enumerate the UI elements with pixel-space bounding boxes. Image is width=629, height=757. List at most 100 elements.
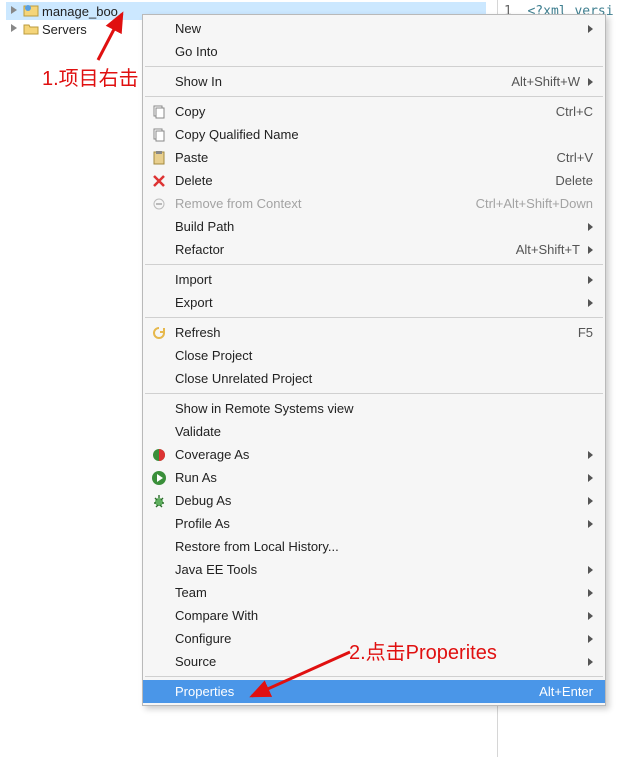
- menu-item-show-in-remote-systems-view[interactable]: Show in Remote Systems view: [143, 397, 605, 420]
- menu-item-label: Debug As: [175, 493, 231, 508]
- menu-shortcut: Alt+Shift+T: [516, 242, 580, 257]
- menu-separator: [145, 66, 603, 67]
- menu-item-label: Configure: [175, 631, 231, 646]
- submenu-arrow-icon: [588, 497, 593, 505]
- menu-item-show-in[interactable]: Show InAlt+Shift+W: [143, 70, 605, 93]
- menu-separator: [145, 317, 603, 318]
- project-icon: [23, 3, 39, 19]
- expander-icon[interactable]: [10, 6, 20, 16]
- paste-icon: [149, 150, 169, 166]
- menu-item-debug-as[interactable]: Debug As: [143, 489, 605, 512]
- menu-item-delete[interactable]: Delete Delete: [143, 169, 605, 192]
- menu-item-label: Copy: [175, 104, 205, 119]
- menu-item-label: Refactor: [175, 242, 224, 257]
- blank-icon: [149, 631, 169, 647]
- menu-item-import[interactable]: Import: [143, 268, 605, 291]
- menu-item-label: Build Path: [175, 219, 234, 234]
- menu-item-label: Paste: [175, 150, 208, 165]
- menu-item-configure[interactable]: Configure: [143, 627, 605, 650]
- blank-icon: [149, 654, 169, 670]
- menu-item-go-into[interactable]: Go Into: [143, 40, 605, 63]
- menu-item-label: Show in Remote Systems view: [175, 401, 353, 416]
- submenu-arrow-icon: [588, 276, 593, 284]
- menu-item-label: Restore from Local History...: [175, 539, 339, 554]
- remove-ctx-icon: [149, 196, 169, 212]
- submenu-arrow-icon: [588, 658, 593, 666]
- blank-icon: [149, 608, 169, 624]
- debug-icon: [149, 493, 169, 509]
- menu-item-label: Close Unrelated Project: [175, 371, 312, 386]
- menu-item-label: Go Into: [175, 44, 218, 59]
- blank-icon: [149, 371, 169, 387]
- menu-item-label: Delete: [175, 173, 213, 188]
- menu-item-label: Coverage As: [175, 447, 249, 462]
- menu-item-source[interactable]: Source: [143, 650, 605, 673]
- blank-icon: [149, 516, 169, 532]
- run-icon: [149, 470, 169, 486]
- menu-item-close-unrelated-project[interactable]: Close Unrelated Project: [143, 367, 605, 390]
- menu-item-copy[interactable]: Copy Ctrl+C: [143, 100, 605, 123]
- menu-item-paste[interactable]: PasteCtrl+V: [143, 146, 605, 169]
- menu-item-label: Compare With: [175, 608, 258, 623]
- menu-shortcut: Alt+Shift+W: [511, 74, 580, 89]
- blank-icon: [149, 424, 169, 440]
- refresh-icon: [149, 325, 169, 341]
- blank-icon: [149, 684, 169, 700]
- menu-item-run-as[interactable]: Run As: [143, 466, 605, 489]
- submenu-arrow-icon: [588, 25, 593, 33]
- menu-item-properties[interactable]: PropertiesAlt+Enter: [143, 680, 605, 703]
- menu-item-refactor[interactable]: Refactor Alt+Shift+T: [143, 238, 605, 261]
- menu-separator: [145, 393, 603, 394]
- blank-icon: [149, 562, 169, 578]
- menu-item-label: Remove from Context: [175, 196, 301, 211]
- blank-icon: [149, 348, 169, 364]
- menu-item-compare-with[interactable]: Compare With: [143, 604, 605, 627]
- blank-icon: [149, 74, 169, 90]
- menu-item-label: Profile As: [175, 516, 230, 531]
- menu-item-label: Run As: [175, 470, 217, 485]
- submenu-arrow-icon: [588, 566, 593, 574]
- annotation-1: 1.项目右击: [42, 62, 139, 91]
- menu-item-coverage-as[interactable]: Coverage As: [143, 443, 605, 466]
- blank-icon: [149, 585, 169, 601]
- menu-item-label: New: [175, 21, 201, 36]
- submenu-arrow-icon: [588, 520, 593, 528]
- menu-item-label: Close Project: [175, 348, 252, 363]
- menu-item-new[interactable]: New: [143, 17, 605, 40]
- menu-item-close-project[interactable]: Close Project: [143, 344, 605, 367]
- coverage-icon: [149, 447, 169, 463]
- menu-shortcut: Delete: [555, 173, 593, 188]
- folder-icon: [23, 21, 39, 37]
- menu-separator: [145, 264, 603, 265]
- copy-q-icon: [149, 127, 169, 143]
- menu-shortcut: Ctrl+C: [556, 104, 593, 119]
- menu-item-build-path[interactable]: Build Path: [143, 215, 605, 238]
- menu-item-export[interactable]: Export: [143, 291, 605, 314]
- menu-item-restore-from-local-history[interactable]: Restore from Local History...: [143, 535, 605, 558]
- tree-item-label: manage_boo: [42, 4, 118, 19]
- context-menu: NewGo IntoShow InAlt+Shift+WCopyCtrl+CCo…: [142, 14, 606, 706]
- menu-item-team[interactable]: Team: [143, 581, 605, 604]
- menu-item-label: Java EE Tools: [175, 562, 257, 577]
- menu-item-profile-as[interactable]: Profile As: [143, 512, 605, 535]
- menu-item-label: Import: [175, 272, 212, 287]
- menu-separator: [145, 96, 603, 97]
- menu-item-label: Copy Qualified Name: [175, 127, 299, 142]
- menu-item-validate[interactable]: Validate: [143, 420, 605, 443]
- blank-icon: [149, 219, 169, 235]
- blank-icon: [149, 44, 169, 60]
- menu-item-copy-qualified-name[interactable]: Copy Qualified Name: [143, 123, 605, 146]
- menu-item-java-ee-tools[interactable]: Java EE Tools: [143, 558, 605, 581]
- menu-item-label: Export: [175, 295, 213, 310]
- copy-icon: [149, 104, 169, 120]
- menu-separator: [145, 676, 603, 677]
- submenu-arrow-icon: [588, 246, 593, 254]
- menu-item-refresh[interactable]: RefreshF5: [143, 321, 605, 344]
- blank-icon: [149, 401, 169, 417]
- menu-shortcut: Ctrl+Alt+Shift+Down: [476, 196, 593, 211]
- expander-icon[interactable]: [10, 24, 20, 34]
- menu-shortcut: Alt+Enter: [539, 684, 593, 699]
- menu-item-label: Validate: [175, 424, 221, 439]
- tree-item-label: Servers: [42, 22, 87, 37]
- delete-icon: [149, 173, 169, 189]
